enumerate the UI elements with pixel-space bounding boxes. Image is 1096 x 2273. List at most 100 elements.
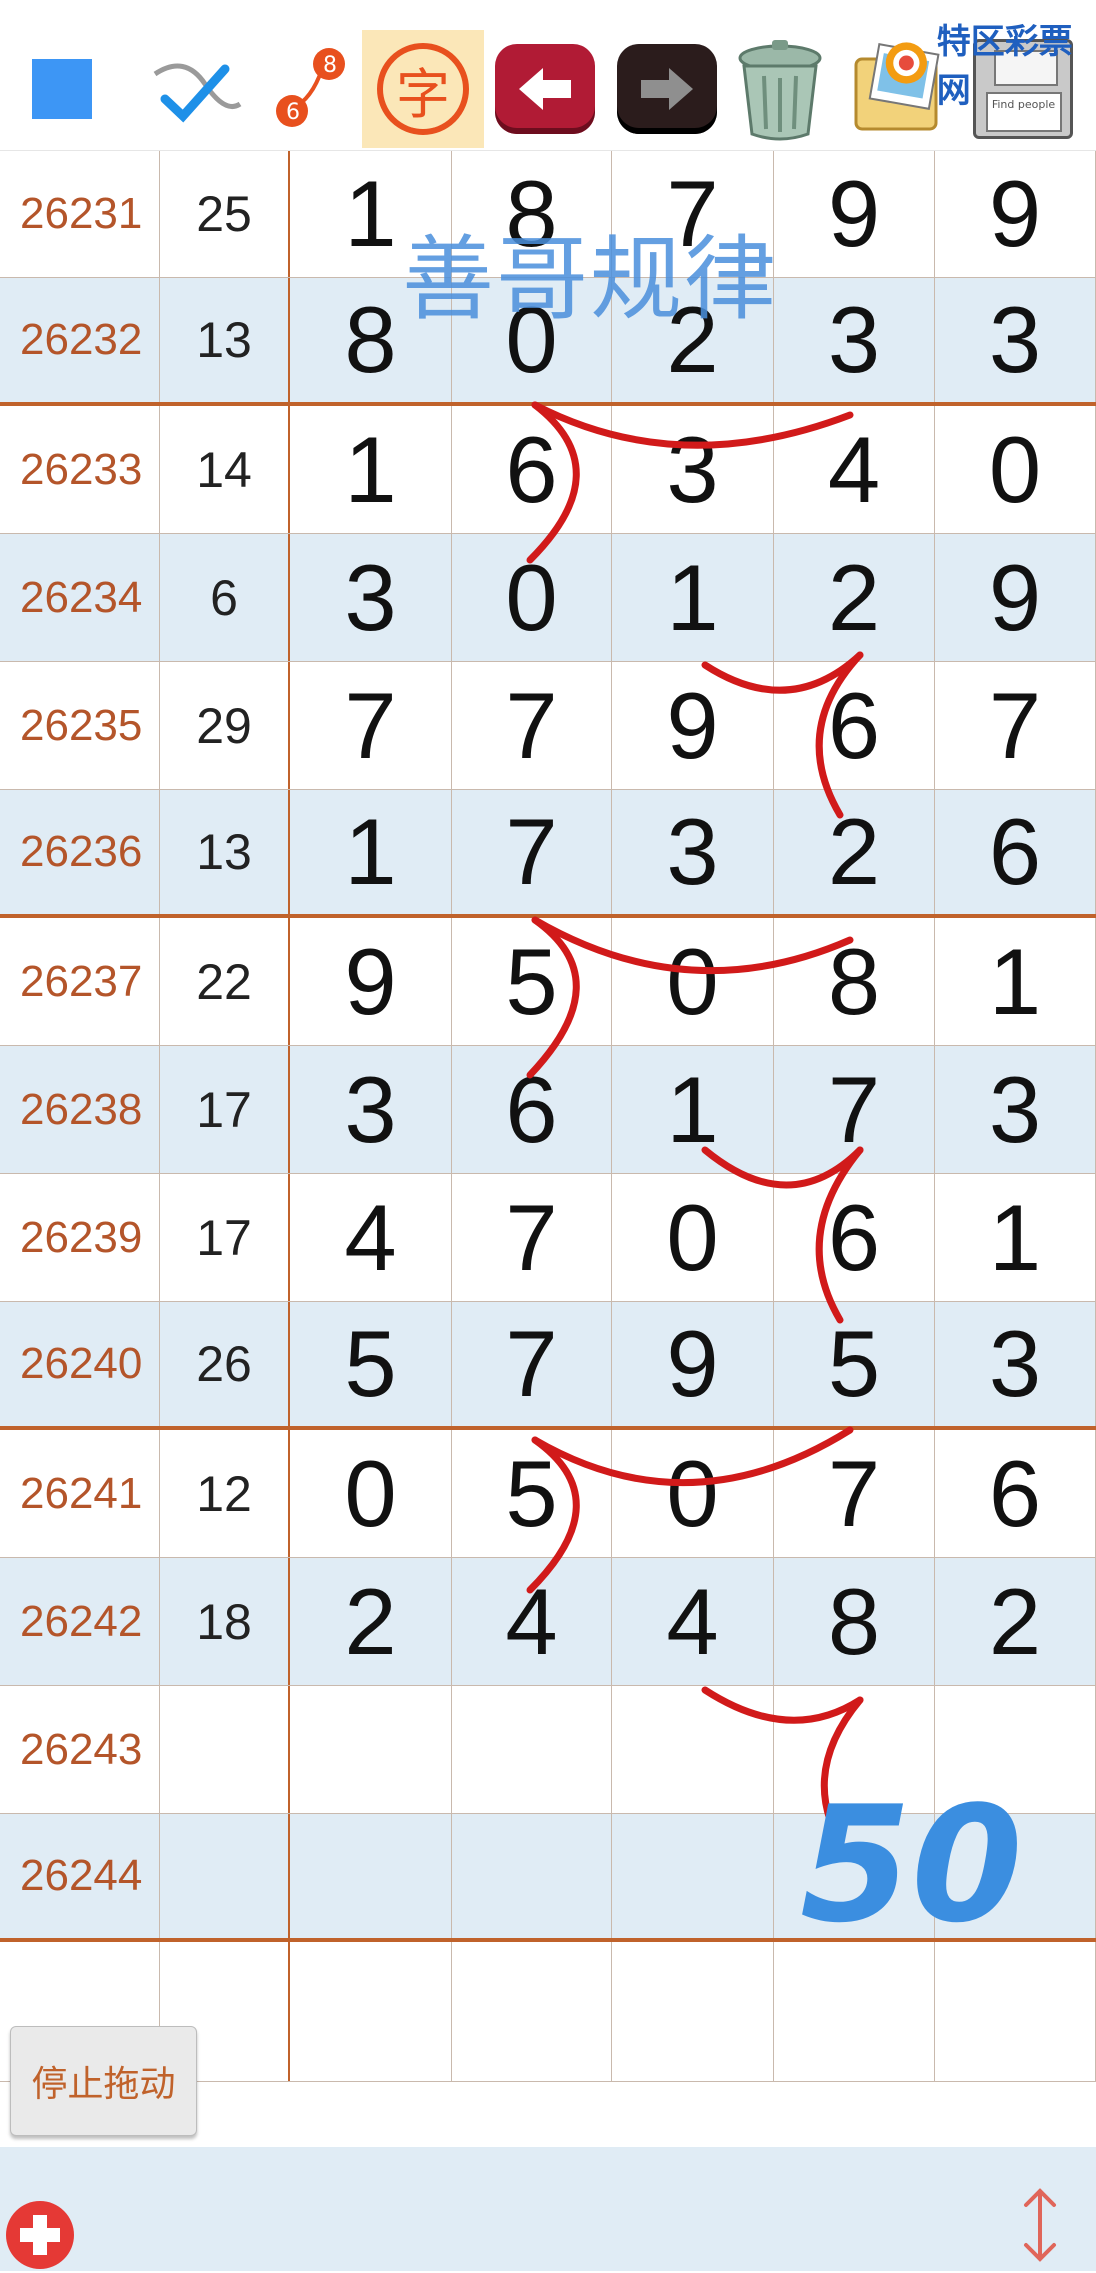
digit-cell: 9: [612, 662, 774, 789]
sum-value: 17: [160, 1046, 290, 1173]
digit-cell: [452, 1686, 612, 1813]
logo-icon: [885, 42, 927, 84]
table-row: 26244: [0, 1814, 1096, 1942]
digit-cell: 9: [935, 534, 1096, 661]
digit-cell: 1: [935, 1174, 1096, 1301]
issue-number: 26234: [0, 534, 160, 661]
digit-cell: 9: [774, 150, 935, 277]
digit-cell: 4: [774, 406, 935, 533]
digit-cell: 7: [452, 790, 612, 914]
digit-cell: 6: [452, 1046, 612, 1173]
issue-number: 26244: [0, 1814, 160, 1938]
table-row: 26235 29 7 7 9 6 7: [0, 662, 1096, 790]
digit-cell: 7: [774, 1046, 935, 1173]
sum-value: 26: [160, 1302, 290, 1426]
digit-cell: [935, 1686, 1096, 1813]
empty-cell: [612, 1942, 774, 2081]
empty-cell: [452, 1942, 612, 2081]
sum-value: 13: [160, 278, 290, 402]
sum-value: [160, 1814, 290, 1938]
issue-number: 26238: [0, 1046, 160, 1173]
digit-cell: 9: [612, 1302, 774, 1426]
table-row: 26233 14 1 6 3 4 0: [0, 406, 1096, 534]
digit-cell: [290, 1686, 452, 1813]
text-icon: 字: [377, 43, 469, 135]
annotation-title: 善哥规律: [402, 229, 779, 331]
digit-cell: [290, 1814, 452, 1938]
digit-cell: 8: [774, 1558, 935, 1685]
table-row: 26239 17 4 7 0 6 1: [0, 1174, 1096, 1302]
scroll-handle-icon[interactable]: [1010, 2185, 1070, 2265]
digit-cell: 3: [290, 534, 452, 661]
digit-cell: 7: [452, 1174, 612, 1301]
sum-value: 12: [160, 1430, 290, 1557]
digit-cell: 1: [612, 534, 774, 661]
digit-cell: 1: [935, 918, 1096, 1045]
digit-cell: 3: [774, 278, 935, 402]
table-row: 26234 6 3 0 1 2 9: [0, 534, 1096, 662]
table-row: 26243: [0, 1686, 1096, 1814]
line-tool-button[interactable]: 6 8: [262, 30, 362, 148]
table-row: 26241 12 0 5 0 7 6: [0, 1430, 1096, 1558]
text-tool-button[interactable]: 字: [362, 30, 484, 148]
pen-check-icon: [153, 63, 242, 123]
digit-cell: [935, 1814, 1096, 1938]
issue-number: 26235: [0, 662, 160, 789]
issue-number: 26239: [0, 1174, 160, 1301]
digit-cell: 2: [774, 534, 935, 661]
color-square-button[interactable]: [22, 30, 102, 148]
digit-cell: 4: [452, 1558, 612, 1685]
digit-cell: 3: [612, 790, 774, 914]
digit-cell: 2: [935, 1558, 1096, 1685]
digit-cell: [774, 1814, 935, 1938]
digit-cell: 0: [290, 1430, 452, 1557]
sum-value: [160, 1686, 290, 1813]
digit-cell: 1: [290, 790, 452, 914]
issue-number: 26231: [0, 150, 160, 277]
digit-cell: 1: [290, 406, 452, 533]
redo-button[interactable]: [612, 30, 722, 148]
stop-drag-button[interactable]: 停止拖动: [10, 2026, 197, 2136]
digit-cell: 1: [612, 1046, 774, 1173]
issue-number: 26237: [0, 918, 160, 1045]
digit-cell: 0: [935, 406, 1096, 533]
issue-number: 26243: [0, 1686, 160, 1813]
issue-number: 26233: [0, 406, 160, 533]
digit-cell: 2: [774, 790, 935, 914]
table-row: 26237 22 9 5 0 8 1: [0, 918, 1096, 1046]
line-6-8-icon: 6 8: [276, 48, 345, 127]
digit-cell: 5: [452, 918, 612, 1045]
digit-cell: 2: [290, 1558, 452, 1685]
sum-value: 25: [160, 150, 290, 277]
digit-cell: 5: [452, 1430, 612, 1557]
undo-button[interactable]: [490, 30, 600, 148]
empty-cell: [290, 1942, 452, 2081]
issue-number: 26241: [0, 1430, 160, 1557]
digit-cell: [452, 1814, 612, 1938]
arrow-right-icon: [617, 44, 717, 134]
issue-number: 26242: [0, 1558, 160, 1685]
digit-cell: 7: [452, 662, 612, 789]
digit-cell: 0: [612, 918, 774, 1045]
digit-cell: 4: [612, 1558, 774, 1685]
issue-number: 26240: [0, 1302, 160, 1426]
digit-cell: 5: [290, 1302, 452, 1426]
add-button[interactable]: [2, 2197, 78, 2273]
digit-cell: [612, 1686, 774, 1813]
digit-cell: 0: [452, 534, 612, 661]
sum-value: 18: [160, 1558, 290, 1685]
empty-cell: [774, 1942, 935, 2081]
digit-cell: 7: [452, 1302, 612, 1426]
table-row: 26236 13 1 7 3 2 6: [0, 790, 1096, 918]
issue-number: 26236: [0, 790, 160, 914]
digit-cell: 9: [935, 150, 1096, 277]
bottom-bar: [0, 2147, 1096, 2271]
table-row: 26242 18 2 4 4 8 2: [0, 1558, 1096, 1686]
sum-value: 29: [160, 662, 290, 789]
sum-value: 17: [160, 1174, 290, 1301]
digit-cell: 4: [290, 1174, 452, 1301]
pen-tool-button[interactable]: [140, 30, 250, 148]
svg-text:6: 6: [286, 100, 300, 125]
trash-button[interactable]: [725, 30, 835, 148]
sum-value: 6: [160, 534, 290, 661]
